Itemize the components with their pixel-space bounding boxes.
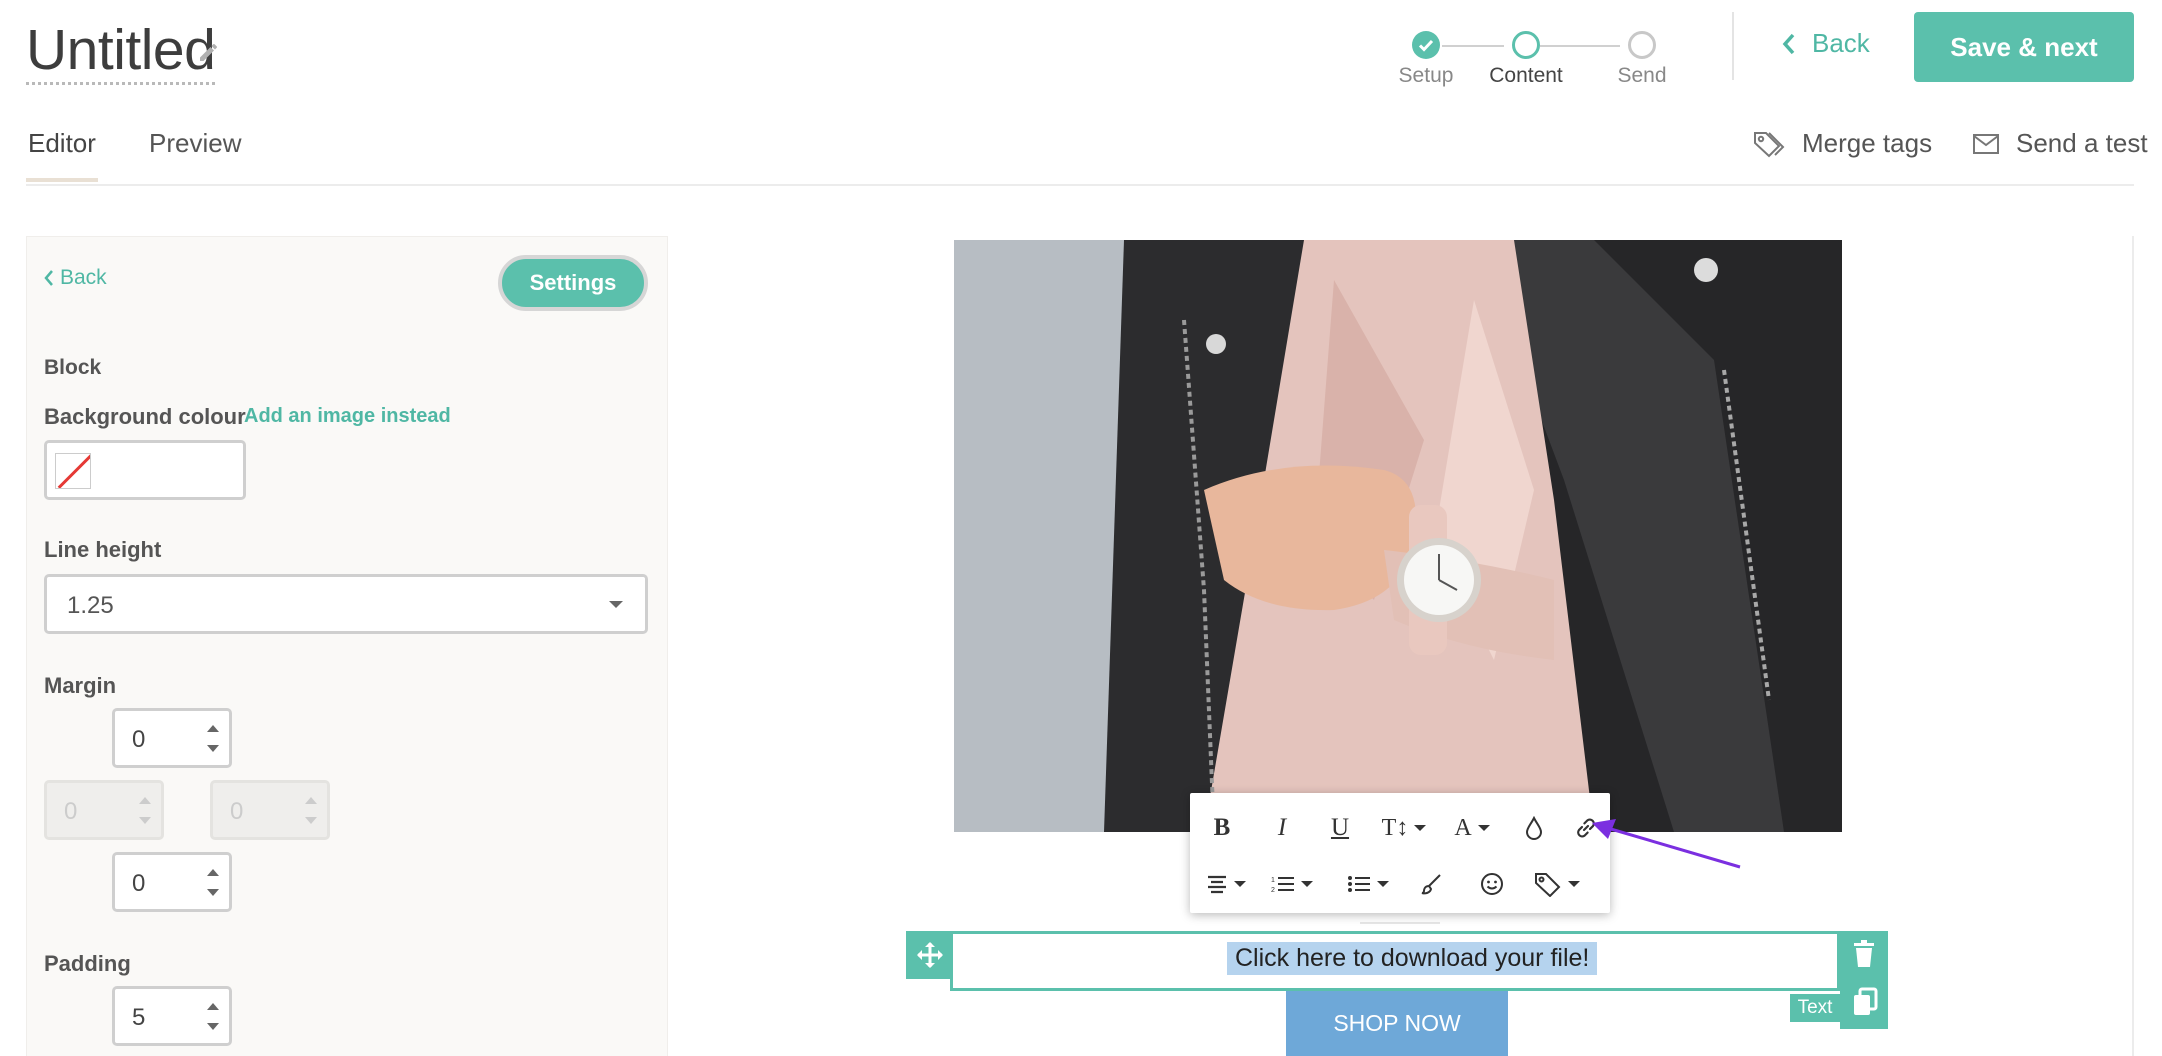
send-test-label: Send a test xyxy=(2016,128,2148,158)
text-block[interactable]: Click here to download your file! xyxy=(950,931,1840,991)
tab-preview[interactable]: Preview xyxy=(149,128,241,159)
header-divider xyxy=(1732,12,1734,80)
panel-back-link[interactable]: Back xyxy=(44,266,107,290)
add-image-link[interactable]: Add an image instead xyxy=(244,405,451,428)
chevron-left-icon xyxy=(1782,33,1795,54)
font-color-icon[interactable]: A xyxy=(1444,803,1500,853)
bold-icon[interactable]: B xyxy=(1202,803,1242,853)
margin-top-input[interactable]: 0 xyxy=(112,708,232,768)
ordered-list-icon[interactable]: 12 xyxy=(1264,859,1320,909)
move-block-handle-icon[interactable] xyxy=(906,931,954,979)
margin-right-value: 0 xyxy=(230,798,244,825)
padding-top-value: 5 xyxy=(132,1004,146,1031)
increment-icon[interactable] xyxy=(207,725,219,732)
block-heading: Block xyxy=(44,356,102,379)
block-settings-panel xyxy=(26,236,668,1056)
save-next-button[interactable]: Save & next xyxy=(1914,12,2134,82)
italic-icon[interactable]: I xyxy=(1262,803,1302,853)
edit-pencil-icon[interactable] xyxy=(197,40,221,64)
text-format-toolbar: B I U T↕ A 12 xyxy=(1190,793,1610,913)
step-connector xyxy=(1540,45,1620,47)
back-button[interactable]: Back xyxy=(1782,28,1870,59)
tag-icon xyxy=(1754,131,1785,157)
step-label-content: Content xyxy=(1489,64,1563,87)
step-send-todo-icon[interactable] xyxy=(1628,31,1656,59)
tabs-divider xyxy=(26,184,2134,186)
line-height-value: 1.25 xyxy=(67,592,114,619)
chevron-down-icon xyxy=(609,601,623,608)
canvas-right-border xyxy=(2132,236,2134,1056)
font-size-icon[interactable]: T↕ xyxy=(1376,803,1432,853)
decrement-icon[interactable] xyxy=(207,889,219,896)
settings-button[interactable]: Settings xyxy=(498,255,648,311)
svg-text:2: 2 xyxy=(1271,887,1275,894)
duplicate-icon[interactable] xyxy=(1852,987,1878,1017)
block-type-badge: Text xyxy=(1790,994,1840,1022)
merge-tags-button[interactable]: Merge tags xyxy=(1752,128,1932,159)
background-colour-label: Background colour xyxy=(44,404,246,429)
underline-icon[interactable]: U xyxy=(1320,803,1360,853)
step-label-send: Send xyxy=(1617,64,1667,87)
toolbar-divider xyxy=(1360,922,1440,924)
decrement-icon xyxy=(305,817,317,824)
move-arrows-icon xyxy=(917,942,943,968)
back-label: Back xyxy=(1812,28,1870,58)
product-photo-image[interactable] xyxy=(954,240,1842,832)
decrement-icon xyxy=(139,817,151,824)
increment-icon[interactable] xyxy=(207,869,219,876)
decrement-icon[interactable] xyxy=(207,745,219,752)
decrement-icon[interactable] xyxy=(207,1023,219,1030)
unordered-list-icon[interactable] xyxy=(1340,859,1396,909)
progress-stepper: Setup Content Send xyxy=(1390,14,1700,87)
active-tab-indicator xyxy=(26,178,98,182)
chevron-left-icon xyxy=(44,270,53,286)
step-setup-done-icon[interactable] xyxy=(1412,31,1440,59)
merge-tags-label: Merge tags xyxy=(1802,128,1933,158)
margin-top-value: 0 xyxy=(132,726,146,753)
trash-icon[interactable] xyxy=(1852,939,1876,969)
increment-icon xyxy=(139,797,151,804)
highlight-icon[interactable] xyxy=(1514,803,1554,853)
block-actions xyxy=(1840,931,1888,1029)
line-height-label: Line height xyxy=(44,537,162,562)
margin-left-input: 0 xyxy=(44,780,164,840)
svg-text:1: 1 xyxy=(1271,877,1275,884)
tag-icon[interactable] xyxy=(1526,859,1588,909)
shop-now-button[interactable]: SHOP NOW xyxy=(1286,991,1508,1056)
margin-right-input: 0 xyxy=(210,780,330,840)
increment-icon xyxy=(305,797,317,804)
send-test-button[interactable]: Send a test xyxy=(1972,128,2148,159)
margin-bottom-value: 0 xyxy=(132,870,146,897)
margin-bottom-input[interactable]: 0 xyxy=(112,852,232,912)
brush-icon[interactable] xyxy=(1412,859,1452,909)
watch-photo-illustration xyxy=(954,240,1842,832)
increment-icon[interactable] xyxy=(207,1003,219,1010)
padding-top-input[interactable]: 5 xyxy=(112,986,232,1046)
line-height-select[interactable]: 1.25 xyxy=(44,574,648,634)
envelope-icon xyxy=(1973,133,1999,154)
margin-left-value: 0 xyxy=(64,798,78,825)
panel-back-label: Back xyxy=(60,266,107,289)
annotation-arrow-icon xyxy=(1592,819,1741,869)
text-block-content[interactable]: Click here to download your file! xyxy=(1227,942,1598,975)
background-colour-picker[interactable] xyxy=(44,440,246,500)
emoji-icon[interactable] xyxy=(1472,859,1512,909)
step-connector xyxy=(1442,45,1504,47)
step-content-current-icon[interactable] xyxy=(1512,31,1540,59)
margin-label: Margin xyxy=(44,673,117,698)
tab-editor[interactable]: Editor xyxy=(28,128,96,159)
campaign-title[interactable]: Untitled xyxy=(26,18,216,85)
align-icon[interactable] xyxy=(1198,859,1254,909)
no-colour-swatch-icon xyxy=(55,453,91,489)
padding-label: Padding xyxy=(44,951,131,976)
